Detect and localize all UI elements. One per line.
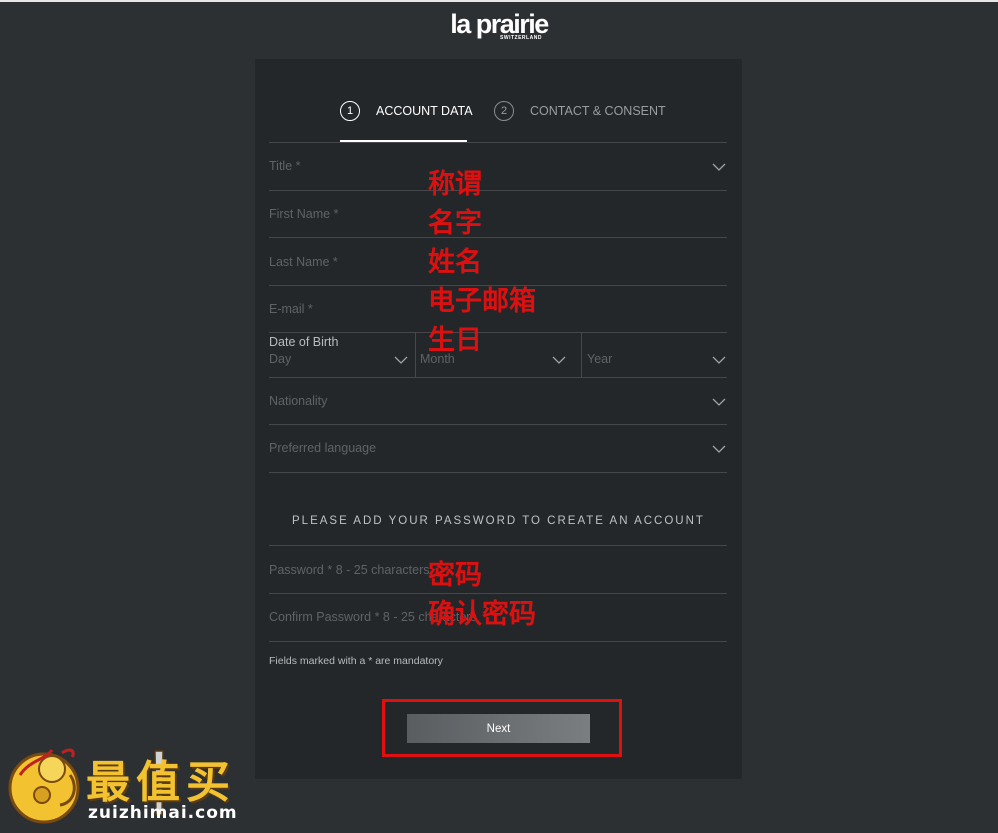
dob-separator <box>415 333 416 377</box>
step-account-data[interactable]: 1 ACCOUNT DATA <box>340 101 473 121</box>
watermark-title: 最值买 <box>86 757 236 808</box>
chevron-down-icon <box>712 356 726 364</box>
step-contact-consent[interactable]: 2 CONTACT & CONSENT <box>494 101 666 121</box>
title-select[interactable]: Title * <box>269 143 727 189</box>
chevron-down-icon <box>552 356 566 364</box>
email-placeholder: E-mail * <box>269 302 313 316</box>
divider <box>269 641 727 642</box>
last-name-input[interactable]: Last Name * <box>269 238 727 284</box>
step-label: CONTACT & CONSENT <box>530 104 666 118</box>
preferred-language-select[interactable]: Preferred language <box>269 425 727 471</box>
chevron-down-icon <box>712 398 726 406</box>
title-placeholder: Title * <box>269 159 301 173</box>
annotation-first-name: 名字 <box>428 208 482 239</box>
annotation-dob: 生日 <box>428 325 482 356</box>
dob-day-select[interactable]: Day <box>269 348 415 376</box>
step-label: ACCOUNT DATA <box>376 104 473 118</box>
password-heading: PLEASE ADD YOUR PASSWORD TO CREATE AN AC… <box>292 515 705 527</box>
annotation-confirm-password: 确认密码 <box>428 599 536 630</box>
day-placeholder: Day <box>269 352 292 366</box>
dob-label: Date of Birth <box>269 335 339 349</box>
divider <box>269 332 727 333</box>
step-number: 2 <box>494 101 514 121</box>
annotation-title: 称谓 <box>428 169 482 200</box>
first-name-placeholder: First Name * <box>269 207 339 221</box>
brand-name: la prairie <box>450 9 549 39</box>
top-border <box>0 0 998 2</box>
annotation-email: 电子邮箱 <box>428 286 536 317</box>
chevron-down-icon <box>394 356 408 364</box>
first-name-input[interactable]: First Name * <box>269 191 727 237</box>
mandatory-note: Fields marked with a * are mandatory <box>269 655 443 667</box>
dob-separator <box>581 333 582 377</box>
year-placeholder: Year <box>587 352 613 366</box>
watermark-url: zuizhimai.com <box>88 803 238 823</box>
nationality-placeholder: Nationality <box>269 394 328 408</box>
chevron-down-icon <box>712 445 726 453</box>
password-input[interactable]: Password * 8 - 25 characters <box>269 546 727 592</box>
annotation-password: 密码 <box>428 560 482 591</box>
last-name-placeholder: Last Name * <box>269 255 338 269</box>
divider <box>269 472 727 473</box>
highlight-box <box>382 699 622 757</box>
language-placeholder: Preferred language <box>269 441 377 455</box>
dob-year-select[interactable]: Year <box>587 348 727 376</box>
annotation-last-name: 姓名 <box>428 247 482 278</box>
brand-logo[interactable]: la prairie SWITZERLAND <box>449 10 549 41</box>
nationality-select[interactable]: Nationality <box>269 378 727 424</box>
step-number: 1 <box>340 101 360 121</box>
chevron-down-icon <box>712 163 726 171</box>
password-placeholder: Password * 8 - 25 characters <box>269 563 430 577</box>
